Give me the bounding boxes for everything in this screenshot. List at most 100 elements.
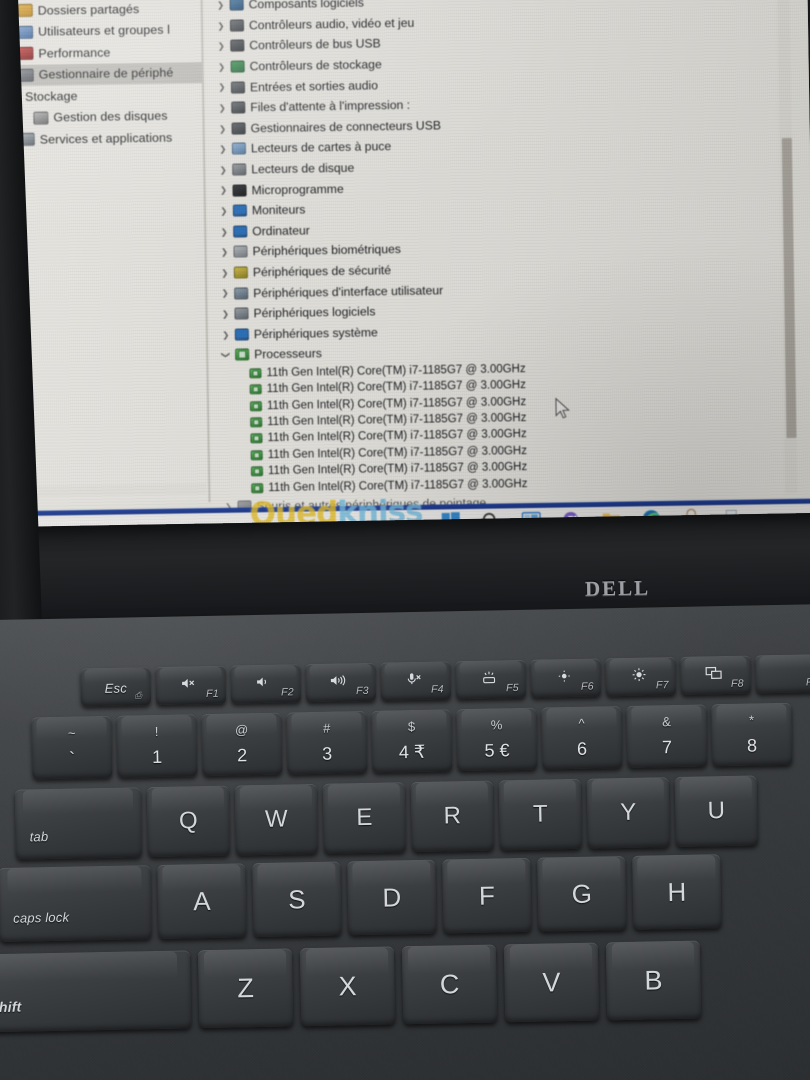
- chevron-right-icon[interactable]: ❯: [216, 226, 232, 236]
- key-label: H: [667, 876, 687, 907]
- chevron-right-icon[interactable]: ❯: [214, 103, 230, 113]
- key-g[interactable]: G: [537, 855, 627, 932]
- key-z[interactable]: Z: [197, 948, 294, 1029]
- key-f3[interactable]: F3: [305, 662, 377, 703]
- number-key-row[interactable]: ~ `! 1 @2 #3 $4 ₹% 5 € ^ 6 & 7 * 8: [31, 702, 797, 780]
- chevron-right-icon[interactable]: ❯: [213, 0, 229, 10]
- key-f1[interactable]: F1: [155, 665, 227, 705]
- key-r[interactable]: R: [410, 780, 494, 853]
- chevron-right-icon[interactable]: ❯: [213, 20, 229, 30]
- key-esc[interactable]: Esc ⎙: [80, 667, 152, 707]
- chevron-right-icon[interactable]: ❯: [214, 82, 230, 92]
- key-3[interactable]: #3: [286, 710, 368, 775]
- key-caps-lock[interactable]: caps lock: [0, 865, 152, 942]
- key-c[interactable]: C: [401, 944, 498, 1025]
- key-a[interactable]: A: [157, 863, 247, 939]
- laptop-screen: ❯ Dossiers partagés ❯ Utilisateurs et group…: [0, 0, 810, 541]
- bottom-key-row[interactable]: shift Z X C V B: [0, 940, 709, 1033]
- device-tree-item-label: Lecteurs de cartes à puce: [250, 139, 392, 156]
- software-component-icon: [229, 0, 245, 12]
- key-w[interactable]: W: [234, 783, 319, 856]
- key-s[interactable]: S: [252, 861, 342, 938]
- chevron-right-icon[interactable]: ❯: [216, 206, 232, 216]
- device-tree-item-label: Lecteurs de disque: [251, 160, 355, 177]
- key-label: B: [644, 964, 663, 996]
- key-7[interactable]: & 7: [626, 704, 708, 768]
- device-tree-item-label: Moniteurs: [251, 202, 306, 218]
- key-2[interactable]: @2: [201, 712, 283, 777]
- key-f4[interactable]: F4: [380, 661, 452, 701]
- chevron-right-icon[interactable]: ❯: [218, 329, 234, 339]
- key-y[interactable]: Y: [586, 777, 670, 849]
- key-shift-label: @: [234, 722, 249, 738]
- home-key-row[interactable]: caps lock A S D F G H: [0, 854, 729, 942]
- key-f[interactable]: F: [442, 857, 532, 934]
- key-8[interactable]: * 8: [711, 702, 793, 767]
- device-manager-pane[interactable]: ❯ Composants logiciels ❯ Contrôleurs audio,…: [204, 0, 783, 513]
- chevron-right-icon[interactable]: ❯: [213, 41, 229, 51]
- key-f7[interactable]: F7: [605, 656, 677, 697]
- key-f2[interactable]: F2: [230, 664, 302, 704]
- device-tree-item-label: Périphériques de sécurité: [252, 263, 392, 280]
- key-f6[interactable]: F6: [530, 658, 602, 698]
- chevron-right-icon[interactable]: ❯: [217, 288, 233, 298]
- chevron-down-icon[interactable]: ❯: [221, 347, 231, 363]
- key-f5[interactable]: F5: [455, 659, 527, 700]
- dell-logo-text: DELL: [584, 575, 651, 601]
- usb-connector-icon: [230, 121, 246, 135]
- key-4[interactable]: $4 ₹: [371, 709, 453, 773]
- key-label: 8: [746, 735, 758, 756]
- chevron-right-icon[interactable]: ❯: [216, 185, 232, 195]
- key-6[interactable]: ^ 6: [541, 706, 623, 770]
- device-tree-item-label: Périphériques d'interface utilisateur: [253, 282, 444, 300]
- key-1[interactable]: ! 1: [116, 714, 198, 778]
- processor-icon: [248, 367, 262, 379]
- key-f8[interactable]: F8: [680, 655, 752, 695]
- key-q[interactable]: Q: [146, 785, 231, 858]
- key-shift[interactable]: shift: [0, 950, 192, 1033]
- key-label: Esc: [104, 680, 128, 697]
- chevron-right-icon[interactable]: ❯: [217, 309, 233, 319]
- key-label: S: [287, 883, 306, 914]
- chevron-right-icon[interactable]: ❯: [215, 165, 231, 175]
- processor-item-label: 11th Gen Intel(R) Core(TM) i7-1185G7 @ 3…: [266, 379, 527, 396]
- key-label: shift: [0, 998, 22, 1016]
- chevron-right-icon[interactable]: ❯: [215, 144, 231, 154]
- device-tree-item-label: Ordinateur: [252, 223, 310, 239]
- firmware-icon: [231, 183, 247, 197]
- hid-icon: [233, 286, 249, 300]
- key-`[interactable]: ~ `: [31, 715, 113, 780]
- chevron-right-icon[interactable]: ❯: [217, 268, 233, 278]
- qwerty-key-row[interactable]: tab Q W E R T Y U: [14, 775, 764, 860]
- processor-item-label: 11th Gen Intel(R) Core(TM) i7-1185G7 @ 3…: [267, 461, 528, 478]
- function-key-row[interactable]: Esc ⎙ F1 F2 F3 F4 F5 F6 F7 F8 F9: [80, 654, 810, 707]
- chevron-right-icon[interactable]: ❯: [216, 247, 232, 257]
- key-x[interactable]: X: [299, 946, 396, 1027]
- key-e[interactable]: E: [322, 782, 407, 854]
- key-label: G: [571, 878, 593, 909]
- key-t[interactable]: T: [498, 778, 582, 851]
- console-tree-item-label: Services et applications: [39, 130, 173, 147]
- console-tree-item-label: Dossiers partagés: [37, 1, 140, 18]
- key-5[interactable]: % 5 €: [456, 707, 538, 772]
- console-tree[interactable]: ❯Dossiers partagés❯Utilisateurs et group…: [0, 0, 203, 151]
- disk-drive-icon: [231, 162, 247, 176]
- key-tab[interactable]: tab: [14, 787, 143, 860]
- key-h[interactable]: H: [632, 854, 722, 930]
- device-tree-item-label: Entrées et sorties audio: [249, 78, 379, 95]
- printer-icon: [230, 101, 246, 115]
- console-tree-item[interactable]: ❯Services et applications: [0, 126, 203, 151]
- key-b[interactable]: B: [605, 940, 702, 1021]
- key-label: F2: [280, 686, 295, 699]
- console-tree-item-label: Gestionnaire de périphé: [38, 65, 174, 82]
- chevron-right-icon[interactable]: ❯: [214, 62, 230, 72]
- device-tree[interactable]: ❯ Composants logiciels ❯ Contrôleurs audio,…: [205, 0, 783, 517]
- key-d[interactable]: D: [347, 859, 437, 936]
- chevron-right-icon[interactable]: ❯: [215, 123, 231, 133]
- computer-icon: [232, 224, 248, 238]
- key-f9[interactable]: F9: [755, 654, 810, 694]
- audio-controller-icon: [229, 18, 245, 32]
- key-u[interactable]: U: [674, 775, 758, 847]
- key-label: F5: [505, 681, 519, 695]
- key-v[interactable]: V: [503, 942, 600, 1023]
